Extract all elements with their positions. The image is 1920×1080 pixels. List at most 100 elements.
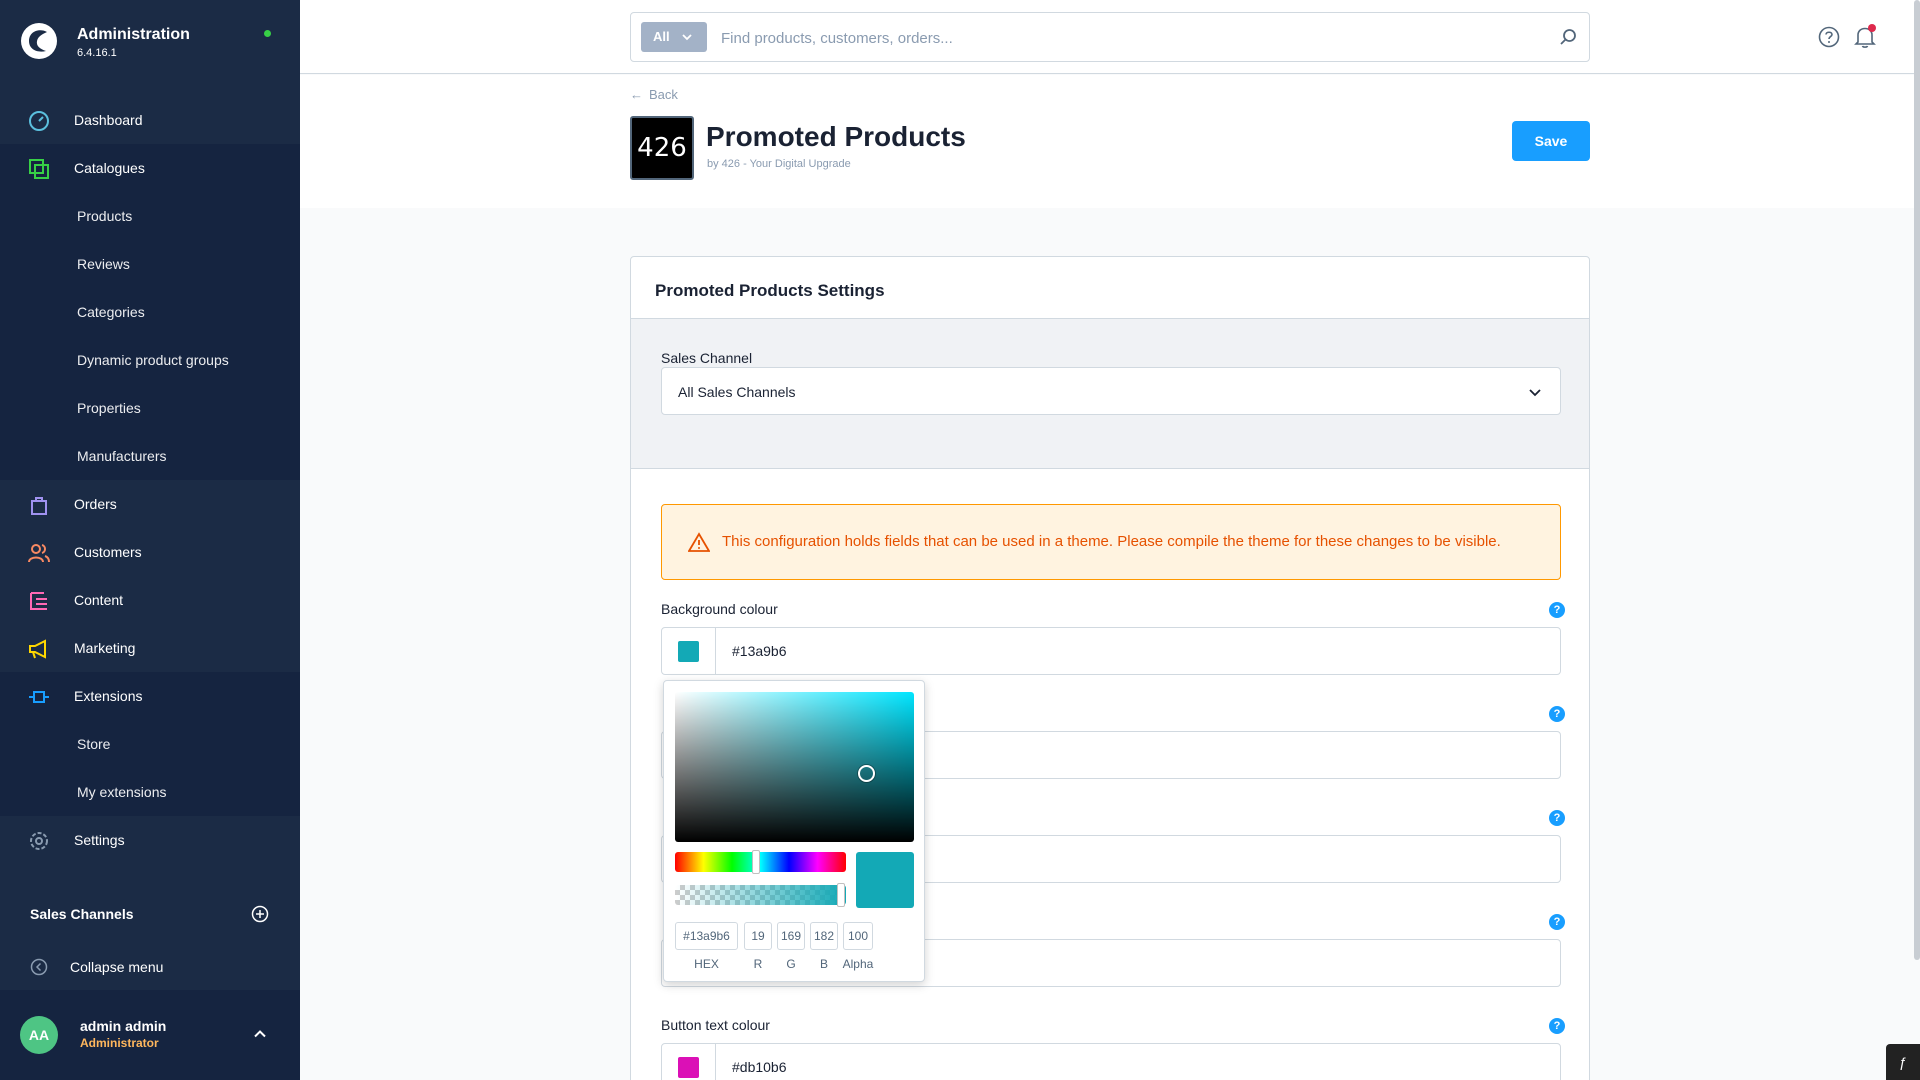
colour-value: #13a9b6 [732, 643, 787, 659]
orders-icon [31, 497, 47, 515]
collapse-menu-button[interactable]: Collapse menu [0, 943, 300, 991]
user-role: Administrator [80, 1036, 159, 1050]
search-input[interactable] [721, 25, 1501, 51]
colour-swatch-button[interactable] [662, 1044, 716, 1080]
sidebar-subitem-manufacturers[interactable]: Manufacturers [0, 432, 300, 480]
sidebar-header: Administration 6.4.16.1 [0, 0, 300, 88]
sidebar-item-label: Dashboard [74, 112, 143, 128]
sidebar-subitem-label: Categories [77, 304, 145, 320]
sidebar-subitem-label: Manufacturers [77, 448, 167, 464]
sidebar-subitem-label: Products [77, 208, 133, 224]
sidebar-item-orders[interactable]: Orders [0, 480, 300, 528]
search-icon[interactable] [1559, 28, 1577, 46]
colour-swatch [678, 641, 699, 662]
hue-slider-handle[interactable] [752, 850, 760, 874]
sidebar-item-content[interactable]: Content [0, 576, 300, 624]
help-icon[interactable] [1818, 26, 1840, 48]
sidebar-item-settings[interactable]: Settings [0, 816, 300, 864]
sidebar-item-label: Customers [74, 544, 142, 560]
help-tooltip-icon[interactable]: ? [1549, 914, 1565, 930]
sidebar-subitem-categories[interactable]: Categories [0, 288, 300, 336]
user-name: admin admin [80, 1018, 167, 1034]
collapse-menu-label: Collapse menu [70, 959, 164, 975]
hex-label: HEX [694, 957, 719, 971]
chevron-left-circle-icon [30, 958, 48, 976]
sidebar-item-dashboard[interactable]: Dashboard [0, 96, 300, 144]
symfony-toolbar-icon[interactable]: ƒ [1886, 1044, 1920, 1080]
sales-channel-select[interactable]: All Sales Channels [661, 367, 1561, 415]
sidebar-subitem-properties[interactable]: Properties [0, 384, 300, 432]
sidebar-item-marketing[interactable]: Marketing [0, 624, 300, 672]
sidebar-item-extensions[interactable]: Extensions [0, 672, 300, 720]
hex-input[interactable]: #13a9b6 [675, 922, 738, 950]
button-text-colour-field[interactable]: #db10b6 [661, 1043, 1561, 1080]
extensions-group: Extensions Store My extensions [0, 672, 300, 816]
catalogues-group: Catalogues Products Reviews Categories D… [0, 144, 300, 480]
sidebar-subitem-label: Properties [77, 400, 141, 416]
user-menu[interactable]: AA admin admin Administrator [0, 990, 300, 1080]
sidebar-item-label: Content [74, 592, 124, 608]
chevron-up-icon[interactable] [252, 1026, 268, 1042]
warning-text: This configuration holds fields that can… [722, 533, 1501, 550]
shopware-logo-icon[interactable] [20, 22, 58, 60]
customers-icon [28, 544, 50, 563]
sidebar-subitem-reviews[interactable]: Reviews [0, 240, 300, 288]
colour-swatch-button[interactable] [662, 628, 716, 674]
sidebar-item-customers[interactable]: Customers [0, 528, 300, 576]
red-label: R [753, 957, 763, 971]
background-colour-label: Background colour [661, 601, 778, 617]
alpha-label: Alpha [842, 957, 874, 971]
marketing-icon [29, 639, 46, 659]
extension-logo: 426 [630, 116, 694, 180]
sidebar-subitem-label: My extensions [77, 784, 167, 800]
sidebar-subitem-products[interactable]: Products [0, 192, 300, 240]
sidebar-subitem-label: Dynamic product groups [77, 352, 229, 368]
chevron-down-icon [682, 34, 692, 41]
background-colour-field[interactable]: #13a9b6 [661, 627, 1561, 675]
red-input[interactable]: 19 [744, 922, 772, 950]
search-type-label: All [653, 29, 670, 44]
sidebar-subitem-my-extensions[interactable]: My extensions [0, 768, 300, 816]
saturation-value-area[interactable] [675, 692, 914, 842]
green-input[interactable]: 169 [777, 922, 805, 950]
page-title: Promoted Products [706, 121, 966, 152]
global-search: All [630, 12, 1590, 62]
help-tooltip-icon[interactable]: ? [1549, 706, 1565, 722]
alpha-slider[interactable] [675, 885, 846, 905]
page-scrollbar[interactable] [1914, 0, 1920, 960]
sidebar-item-label: Settings [74, 832, 125, 848]
avatar: AA [20, 1016, 58, 1054]
search-type-dropdown[interactable]: All [641, 22, 707, 52]
add-circle-icon[interactable] [251, 905, 269, 923]
app-version: 6.4.16.1 [77, 47, 117, 59]
warning-triangle-icon [688, 532, 710, 552]
back-link[interactable]: ← Back [630, 87, 678, 102]
help-tooltip-icon[interactable]: ? [1549, 602, 1565, 618]
blue-label: B [819, 957, 828, 971]
help-tooltip-icon[interactable]: ? [1549, 810, 1565, 826]
chevron-down-icon [1529, 389, 1541, 397]
sidebar-subitem-store[interactable]: Store [0, 720, 300, 768]
help-tooltip-icon[interactable]: ? [1549, 1018, 1565, 1034]
extension-by-line: by 426 - Your Digital Upgrade [707, 158, 851, 170]
arrow-left-icon: ← [630, 87, 643, 102]
sidebar-subitem-label: Reviews [77, 256, 130, 272]
sidebar-subitem-label: Store [77, 736, 111, 752]
save-button[interactable]: Save [1512, 121, 1590, 161]
alpha-input[interactable]: 100 [843, 922, 873, 950]
sidebar-subitem-dynamic-product-groups[interactable]: Dynamic product groups [0, 336, 300, 384]
colour-value: #db10b6 [732, 1059, 787, 1075]
sidebar-item-catalogues[interactable]: Catalogues [0, 144, 300, 192]
colour-picker-popover: #13a9b6 19 169 182 100 HEX R G B Alpha [663, 680, 925, 982]
saturation-handle[interactable] [858, 765, 875, 782]
theme-warning-alert: This configuration holds fields that can… [661, 504, 1561, 580]
sidebar: Administration 6.4.16.1 Dashboard Catalo… [0, 0, 300, 1080]
dashboard-icon [29, 111, 49, 131]
top-bar: All [300, 0, 1920, 74]
blue-input[interactable]: 182 [810, 922, 838, 950]
smart-bar: ← Back 426 Promoted Products by 426 - You… [300, 75, 1920, 208]
status-dot [264, 30, 271, 37]
hue-slider[interactable] [675, 852, 846, 872]
alpha-slider-handle[interactable] [837, 883, 845, 907]
sales-channel-label: Sales Channel [661, 350, 753, 366]
